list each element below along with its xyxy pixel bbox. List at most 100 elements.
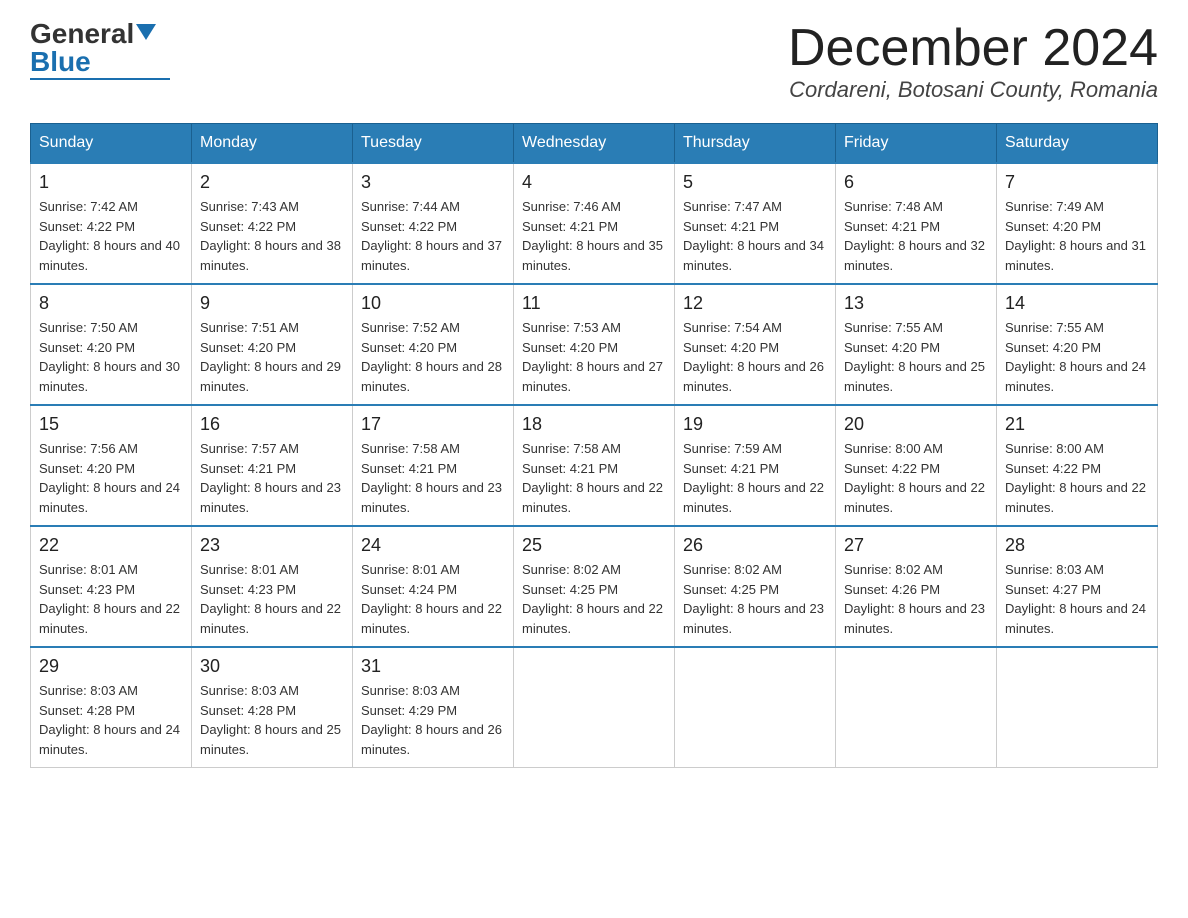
day-number: 9: [200, 293, 344, 314]
day-cell: 15 Sunrise: 7:56 AMSunset: 4:20 PMDaylig…: [31, 405, 192, 526]
day-info: Sunrise: 7:42 AMSunset: 4:22 PMDaylight:…: [39, 199, 180, 273]
page-header: General Blue December 2024 Cordareni, Bo…: [30, 20, 1158, 103]
day-cell: 31 Sunrise: 8:03 AMSunset: 4:29 PMDaylig…: [353, 647, 514, 768]
day-number: 25: [522, 535, 666, 556]
day-cell: 2 Sunrise: 7:43 AMSunset: 4:22 PMDayligh…: [192, 163, 353, 284]
day-number: 4: [522, 172, 666, 193]
day-info: Sunrise: 7:50 AMSunset: 4:20 PMDaylight:…: [39, 320, 180, 394]
day-cell: 12 Sunrise: 7:54 AMSunset: 4:20 PMDaylig…: [675, 284, 836, 405]
day-number: 5: [683, 172, 827, 193]
day-cell: 29 Sunrise: 8:03 AMSunset: 4:28 PMDaylig…: [31, 647, 192, 768]
day-info: Sunrise: 8:00 AMSunset: 4:22 PMDaylight:…: [844, 441, 985, 515]
day-cell: 7 Sunrise: 7:49 AMSunset: 4:20 PMDayligh…: [997, 163, 1158, 284]
day-info: Sunrise: 7:58 AMSunset: 4:21 PMDaylight:…: [522, 441, 663, 515]
day-cell: [675, 647, 836, 768]
day-info: Sunrise: 7:51 AMSunset: 4:20 PMDaylight:…: [200, 320, 341, 394]
day-cell: 24 Sunrise: 8:01 AMSunset: 4:24 PMDaylig…: [353, 526, 514, 647]
day-info: Sunrise: 8:02 AMSunset: 4:25 PMDaylight:…: [683, 562, 824, 636]
header-sunday: Sunday: [31, 124, 192, 164]
day-cell: 5 Sunrise: 7:47 AMSunset: 4:21 PMDayligh…: [675, 163, 836, 284]
day-number: 14: [1005, 293, 1149, 314]
week-row-2: 8 Sunrise: 7:50 AMSunset: 4:20 PMDayligh…: [31, 284, 1158, 405]
day-cell: 21 Sunrise: 8:00 AMSunset: 4:22 PMDaylig…: [997, 405, 1158, 526]
day-info: Sunrise: 7:58 AMSunset: 4:21 PMDaylight:…: [361, 441, 502, 515]
day-info: Sunrise: 7:59 AMSunset: 4:21 PMDaylight:…: [683, 441, 824, 515]
day-info: Sunrise: 7:57 AMSunset: 4:21 PMDaylight:…: [200, 441, 341, 515]
day-info: Sunrise: 8:03 AMSunset: 4:27 PMDaylight:…: [1005, 562, 1146, 636]
week-row-1: 1 Sunrise: 7:42 AMSunset: 4:22 PMDayligh…: [31, 163, 1158, 284]
day-number: 18: [522, 414, 666, 435]
day-cell: [514, 647, 675, 768]
day-info: Sunrise: 7:53 AMSunset: 4:20 PMDaylight:…: [522, 320, 663, 394]
day-info: Sunrise: 8:03 AMSunset: 4:28 PMDaylight:…: [39, 683, 180, 757]
day-number: 24: [361, 535, 505, 556]
day-info: Sunrise: 7:48 AMSunset: 4:21 PMDaylight:…: [844, 199, 985, 273]
week-row-5: 29 Sunrise: 8:03 AMSunset: 4:28 PMDaylig…: [31, 647, 1158, 768]
day-info: Sunrise: 8:01 AMSunset: 4:23 PMDaylight:…: [39, 562, 180, 636]
day-cell: 28 Sunrise: 8:03 AMSunset: 4:27 PMDaylig…: [997, 526, 1158, 647]
day-info: Sunrise: 8:01 AMSunset: 4:23 PMDaylight:…: [200, 562, 341, 636]
day-cell: 16 Sunrise: 7:57 AMSunset: 4:21 PMDaylig…: [192, 405, 353, 526]
day-cell: 9 Sunrise: 7:51 AMSunset: 4:20 PMDayligh…: [192, 284, 353, 405]
day-number: 30: [200, 656, 344, 677]
day-cell: 10 Sunrise: 7:52 AMSunset: 4:20 PMDaylig…: [353, 284, 514, 405]
day-cell: 3 Sunrise: 7:44 AMSunset: 4:22 PMDayligh…: [353, 163, 514, 284]
day-cell: 4 Sunrise: 7:46 AMSunset: 4:21 PMDayligh…: [514, 163, 675, 284]
day-number: 13: [844, 293, 988, 314]
day-info: Sunrise: 8:03 AMSunset: 4:28 PMDaylight:…: [200, 683, 341, 757]
day-info: Sunrise: 8:00 AMSunset: 4:22 PMDaylight:…: [1005, 441, 1146, 515]
month-title: December 2024: [788, 20, 1158, 77]
day-number: 20: [844, 414, 988, 435]
day-number: 22: [39, 535, 183, 556]
day-number: 17: [361, 414, 505, 435]
day-info: Sunrise: 8:02 AMSunset: 4:26 PMDaylight:…: [844, 562, 985, 636]
logo-general-text: General: [30, 20, 134, 48]
day-cell: 1 Sunrise: 7:42 AMSunset: 4:22 PMDayligh…: [31, 163, 192, 284]
day-cell: 11 Sunrise: 7:53 AMSunset: 4:20 PMDaylig…: [514, 284, 675, 405]
week-row-4: 22 Sunrise: 8:01 AMSunset: 4:23 PMDaylig…: [31, 526, 1158, 647]
day-number: 31: [361, 656, 505, 677]
header-saturday: Saturday: [997, 124, 1158, 164]
header-thursday: Thursday: [675, 124, 836, 164]
day-number: 2: [200, 172, 344, 193]
day-info: Sunrise: 7:54 AMSunset: 4:20 PMDaylight:…: [683, 320, 824, 394]
day-number: 15: [39, 414, 183, 435]
day-number: 8: [39, 293, 183, 314]
day-info: Sunrise: 7:56 AMSunset: 4:20 PMDaylight:…: [39, 441, 180, 515]
day-info: Sunrise: 8:03 AMSunset: 4:29 PMDaylight:…: [361, 683, 502, 757]
day-info: Sunrise: 7:46 AMSunset: 4:21 PMDaylight:…: [522, 199, 663, 273]
day-number: 12: [683, 293, 827, 314]
day-number: 11: [522, 293, 666, 314]
day-cell: 13 Sunrise: 7:55 AMSunset: 4:20 PMDaylig…: [836, 284, 997, 405]
day-cell: [997, 647, 1158, 768]
day-number: 16: [200, 414, 344, 435]
day-number: 26: [683, 535, 827, 556]
logo: General Blue: [30, 20, 170, 80]
day-cell: 14 Sunrise: 7:55 AMSunset: 4:20 PMDaylig…: [997, 284, 1158, 405]
day-cell: 19 Sunrise: 7:59 AMSunset: 4:21 PMDaylig…: [675, 405, 836, 526]
day-number: 10: [361, 293, 505, 314]
day-info: Sunrise: 7:44 AMSunset: 4:22 PMDaylight:…: [361, 199, 502, 273]
day-number: 7: [1005, 172, 1149, 193]
day-number: 23: [200, 535, 344, 556]
day-info: Sunrise: 7:55 AMSunset: 4:20 PMDaylight:…: [1005, 320, 1146, 394]
day-cell: 27 Sunrise: 8:02 AMSunset: 4:26 PMDaylig…: [836, 526, 997, 647]
day-info: Sunrise: 7:47 AMSunset: 4:21 PMDaylight:…: [683, 199, 824, 273]
logo-triangle-icon: [136, 24, 156, 40]
day-cell: 17 Sunrise: 7:58 AMSunset: 4:21 PMDaylig…: [353, 405, 514, 526]
logo-line: [30, 78, 170, 80]
day-number: 3: [361, 172, 505, 193]
day-info: Sunrise: 7:52 AMSunset: 4:20 PMDaylight:…: [361, 320, 502, 394]
day-info: Sunrise: 7:43 AMSunset: 4:22 PMDaylight:…: [200, 199, 341, 273]
day-cell: 8 Sunrise: 7:50 AMSunset: 4:20 PMDayligh…: [31, 284, 192, 405]
day-number: 19: [683, 414, 827, 435]
header-tuesday: Tuesday: [353, 124, 514, 164]
day-cell: 22 Sunrise: 8:01 AMSunset: 4:23 PMDaylig…: [31, 526, 192, 647]
day-cell: 23 Sunrise: 8:01 AMSunset: 4:23 PMDaylig…: [192, 526, 353, 647]
header-row: SundayMondayTuesdayWednesdayThursdayFrid…: [31, 124, 1158, 164]
location-title: Cordareni, Botosani County, Romania: [788, 77, 1158, 103]
day-cell: 30 Sunrise: 8:03 AMSunset: 4:28 PMDaylig…: [192, 647, 353, 768]
day-cell: 18 Sunrise: 7:58 AMSunset: 4:21 PMDaylig…: [514, 405, 675, 526]
calendar-table: SundayMondayTuesdayWednesdayThursdayFrid…: [30, 123, 1158, 768]
day-info: Sunrise: 8:02 AMSunset: 4:25 PMDaylight:…: [522, 562, 663, 636]
